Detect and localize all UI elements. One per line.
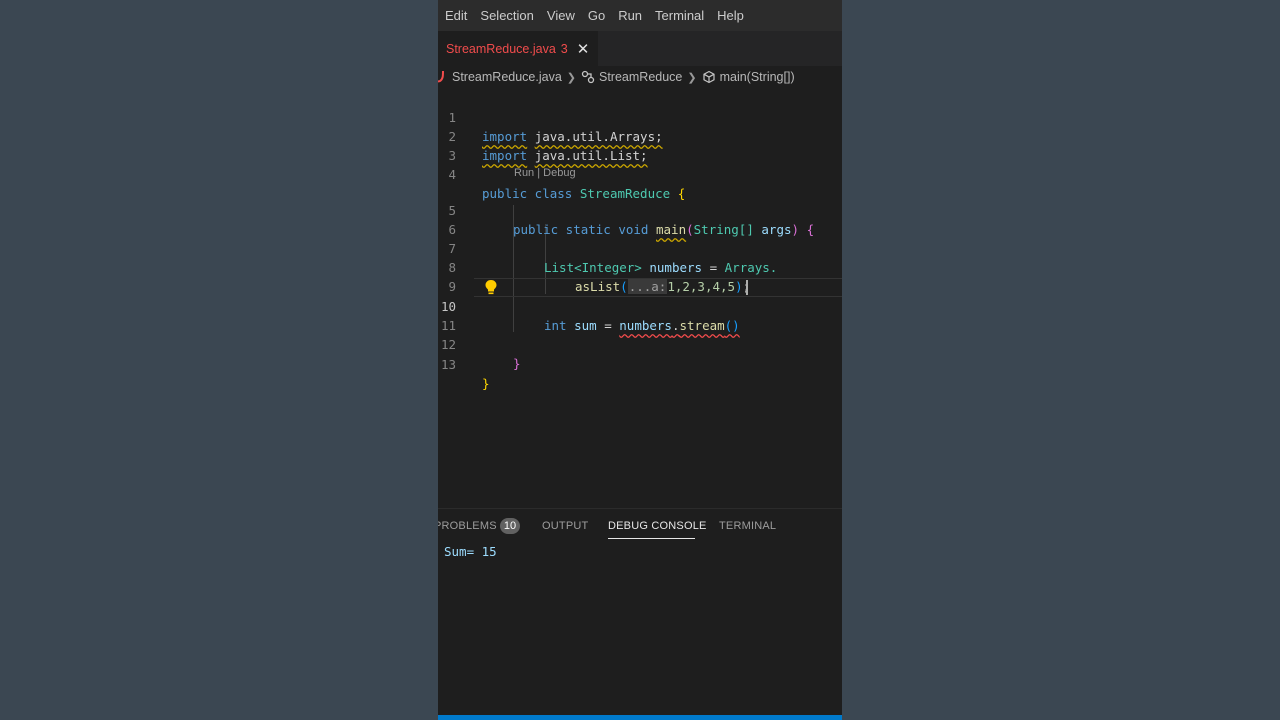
code-line-3: 3 — [438, 127, 842, 163]
lightbulb-icon[interactable] — [484, 279, 498, 296]
code-line-7: 7 List<Integer> numbers = Arrays. — [438, 220, 842, 275]
code-line-10: 10 int sum = numbers.stream() — [438, 278, 842, 333]
breadcrumb-file[interactable]: StreamReduce.java — [452, 70, 562, 84]
problems-count-badge: 10 — [500, 518, 520, 534]
tab-filename: StreamReduce.java — [446, 41, 556, 56]
tab-terminal[interactable]: TERMINAL — [719, 520, 776, 532]
active-tab-underline — [608, 538, 695, 539]
menu-selection[interactable]: Selection — [480, 8, 533, 23]
bottom-panel: PROBLEMS 10 OUTPUT DEBUG CONSOLE TERMINA… — [438, 508, 842, 716]
status-bar — [438, 715, 842, 720]
method-icon — [702, 70, 715, 84]
code-line-6: 6 — [438, 201, 842, 237]
code-token: } — [482, 376, 490, 391]
code-line-8: 8 asList(...a:1,2,3,4,5); — [438, 239, 842, 294]
panel-tab-bar: PROBLEMS 10 OUTPUT DEBUG CONSOLE TERMINA… — [438, 509, 842, 543]
tab-problem-count: 3 — [560, 41, 568, 56]
chevron-right-icon: ❯ — [566, 71, 576, 84]
class-icon — [581, 70, 595, 84]
close-icon[interactable]: ✕ — [577, 40, 590, 58]
menu-edit[interactable]: Edit — [445, 8, 467, 23]
menu-terminal[interactable]: Terminal — [655, 8, 704, 23]
code-line-1: 1 import java.util.Arrays; — [438, 89, 842, 144]
code-line-4: 4 public class StreamReduce { — [438, 146, 842, 201]
chevron-right-icon: ❯ — [687, 71, 697, 84]
java-file-icon — [438, 70, 444, 83]
text-cursor — [746, 280, 748, 295]
code-line-9: 9 — [438, 258, 842, 294]
codelens-run-debug[interactable]: Run | Debug — [514, 167, 576, 179]
code-line-12: 12 } — [438, 316, 842, 371]
menu-bar: Edit Selection View Go Run Terminal Help — [438, 0, 842, 31]
menu-go[interactable]: Go — [588, 8, 605, 23]
menu-view[interactable]: View — [547, 8, 575, 23]
line-number: 13 — [440, 357, 456, 372]
breadcrumb-class[interactable]: StreamReduce — [599, 70, 682, 84]
code-token: } — [513, 356, 521, 371]
editor-window: Edit Selection View Go Run Terminal Help… — [438, 0, 842, 720]
tab-output[interactable]: OUTPUT — [542, 520, 588, 532]
breadcrumb: StreamReduce.java ❯ StreamReduce ❯ main(… — [438, 66, 842, 88]
code-line-5: 5 public static void main(String[] args)… — [438, 182, 842, 237]
code-line-11: 11 — [438, 297, 842, 333]
editor-tab-bar: StreamReduce.java 3 ✕ — [438, 31, 842, 66]
code-line-13: 13 } — [438, 336, 842, 391]
tab-problems[interactable]: PROBLEMS — [438, 520, 497, 532]
tab-debug-console[interactable]: DEBUG CONSOLE — [608, 520, 707, 532]
editor-tab-streamreduce[interactable]: StreamReduce.java 3 ✕ — [438, 31, 598, 66]
menu-help[interactable]: Help — [717, 8, 744, 23]
debug-console-output: Sum= 15 — [444, 544, 497, 559]
code-line-2: 2 import java.util.List; — [438, 108, 842, 163]
menu-run[interactable]: Run — [618, 8, 642, 23]
breadcrumb-method[interactable]: main(String[]) — [720, 70, 795, 84]
code-editor[interactable]: 1 import java.util.Arrays; 2 import java… — [438, 88, 842, 508]
